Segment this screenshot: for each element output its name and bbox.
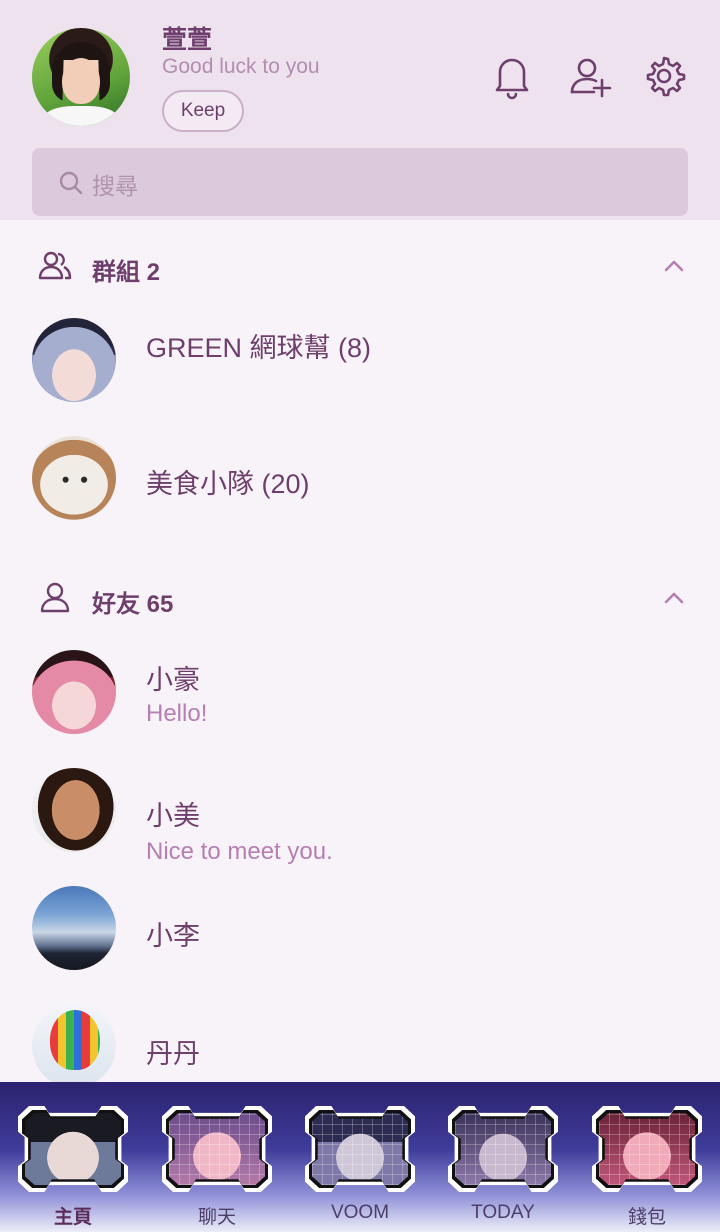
voom-tab-icon <box>312 1113 408 1185</box>
friend-avatar <box>32 768 116 852</box>
group-row[interactable]: GREEN 網球幫 (8) <box>0 318 720 438</box>
friend-name: 小李 <box>146 921 200 951</box>
profile-avatar[interactable] <box>32 28 130 126</box>
chat-tab-icon <box>169 1113 265 1185</box>
today-tab-icon <box>455 1113 551 1185</box>
wallet-tab-icon <box>599 1113 695 1185</box>
tab-label: 聊天 <box>197 1207 236 1228</box>
group-name: GREEN 網球幫 (8) <box>146 333 372 363</box>
group-icon <box>38 251 72 280</box>
tab-voom[interactable]: VOOM <box>305 1106 415 1226</box>
friend-avatar <box>32 650 116 734</box>
friend-icon <box>40 582 70 613</box>
friend-avatar <box>32 886 116 970</box>
group-avatar <box>32 318 116 402</box>
group-avatar <box>32 436 116 520</box>
tab-home[interactable]: 主頁 <box>18 1106 128 1228</box>
add-friend-icon[interactable] <box>568 52 612 100</box>
friend-name: 小豪 <box>146 665 200 695</box>
tab-label: VOOM <box>330 1202 390 1223</box>
friend-status-message: Hello! <box>146 700 208 727</box>
tab-label: 主頁 <box>53 1207 92 1228</box>
bottom-navigation: 主頁 聊天 VOOM TODAY 錢包 <box>0 1082 720 1232</box>
friend-avatar <box>32 1004 116 1088</box>
search-placeholder: 搜尋 <box>92 173 138 199</box>
profile-status-message[interactable]: Good luck to you <box>162 55 320 79</box>
friend-row[interactable]: 小李 <box>0 886 720 1006</box>
groups-section-header[interactable]: 群組 2 <box>0 236 720 296</box>
friend-status-message: Nice to meet you. <box>146 838 333 865</box>
search-icon <box>59 171 83 195</box>
chevron-up-icon[interactable] <box>660 252 688 280</box>
tab-label: TODAY <box>471 1202 535 1223</box>
tab-wallet[interactable]: 錢包 <box>592 1106 702 1228</box>
bell-icon[interactable] <box>490 52 534 100</box>
friend-name: 丹丹 <box>146 1039 200 1069</box>
search-input[interactable]: 搜尋 <box>32 148 688 216</box>
friends-section-header[interactable]: 好友 65 <box>0 568 720 628</box>
profile-header: 萱萱 Good luck to you Keep 搜尋 <box>0 0 720 220</box>
chevron-up-icon[interactable] <box>660 584 688 612</box>
gear-icon[interactable] <box>642 52 686 100</box>
groups-title: 群組 2 <box>92 259 161 286</box>
tab-label: 錢包 <box>627 1207 666 1228</box>
friends-title: 好友 65 <box>92 591 174 618</box>
keep-button[interactable]: Keep <box>162 90 244 132</box>
tab-chat[interactable]: 聊天 <box>162 1106 272 1228</box>
profile-name[interactable]: 萱萱 <box>162 20 212 56</box>
friend-row[interactable]: 小美 Nice to meet you. <box>0 768 720 888</box>
group-row[interactable]: 美食小隊 (20) <box>0 436 720 556</box>
friend-name: 小美 <box>146 801 200 831</box>
group-name: 美食小隊 (20) <box>146 469 310 499</box>
home-tab-icon <box>25 1113 121 1185</box>
tab-today[interactable]: TODAY <box>448 1106 558 1226</box>
friend-row[interactable]: 小豪 Hello! <box>0 650 720 770</box>
